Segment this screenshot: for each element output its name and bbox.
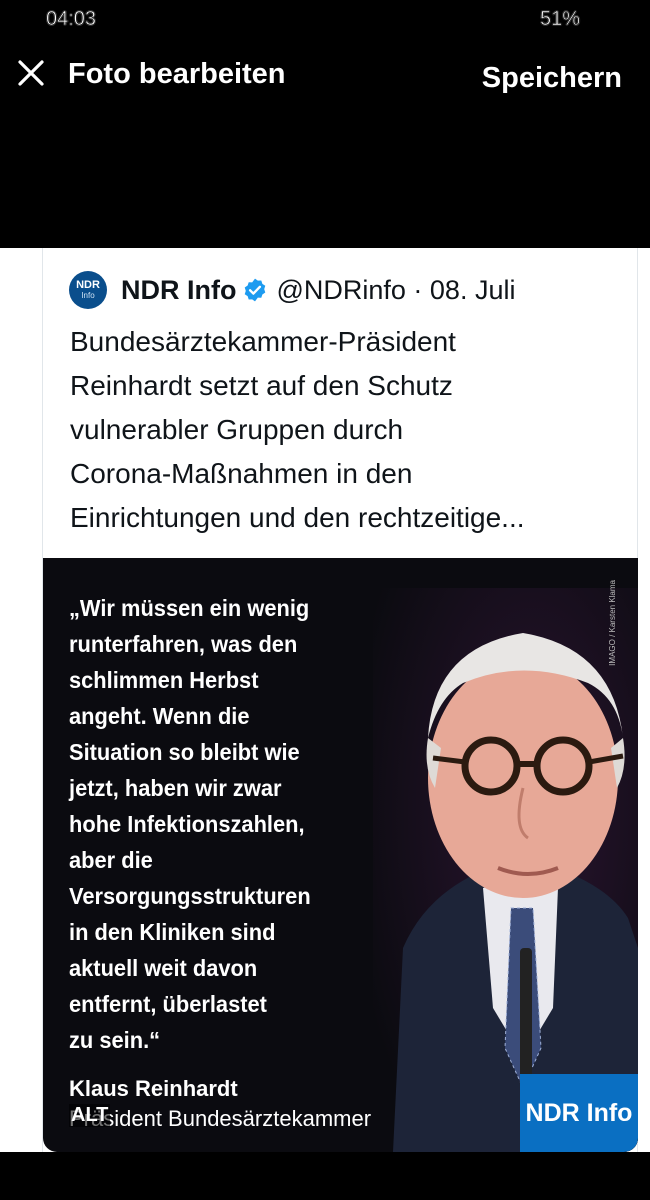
photo-credit: IMAGO / Karsten Klama — [608, 580, 617, 666]
close-icon[interactable] — [14, 56, 48, 90]
quote-line: entfernt, überlastet — [69, 991, 267, 1017]
alt-badge[interactable]: ALT — [69, 1104, 111, 1127]
edit-photo-toolbar: Foto bearbeiten Speichern — [0, 50, 650, 110]
tweet-text-line: Einrichtungen und den rechtzeitige... — [70, 502, 525, 533]
tweet-text-line: Corona-Maßnahmen in den — [70, 458, 413, 489]
quote-line: schlimmen Herbst — [69, 667, 259, 693]
ndr-info-logo: NDR Info — [520, 1074, 638, 1152]
quote-line: zu sein.“ — [69, 1027, 161, 1053]
quote-line: in den Kliniken sind — [69, 919, 276, 945]
tweet-text: Bundesärztekammer-Präsident Reinhardt se… — [70, 320, 630, 540]
avatar-text-ndr: NDR — [76, 279, 100, 291]
quote-line: aktuell weit davon — [69, 955, 258, 981]
tweet-text-line: Bundesärztekammer-Präsident — [70, 326, 456, 357]
tweet-media-image[interactable]: „Wir müssen ein wenig runterfahren, was … — [43, 558, 638, 1152]
photo-preview: NDR Info NDR Info @NDRinfo · 08. Juli Bu… — [0, 248, 650, 1152]
page-title: Foto bearbeiten — [68, 58, 286, 90]
avatar: NDR Info — [69, 271, 107, 309]
tweet-text-line: Reinhardt setzt auf den Schutz — [70, 370, 453, 401]
status-time: 04:03 — [46, 8, 97, 31]
status-bar: 04:03 51% — [0, 0, 650, 40]
quote-line: „Wir müssen ein wenig — [69, 595, 310, 621]
ndr-logo-text: NDR Info — [525, 1098, 633, 1127]
quote-text: „Wir müssen ein wenig runterfahren, was … — [69, 590, 376, 1058]
portrait-image — [373, 588, 638, 1152]
attribution-role: Präsident Bundesärztekammer — [69, 1106, 372, 1131]
avatar-text-info: Info — [81, 291, 95, 300]
battery-level: 51% — [540, 8, 581, 31]
quote-line: jetzt, haben wir zwar — [69, 775, 282, 801]
bottom-bar — [0, 1152, 650, 1200]
tweet-header: NDR Info NDR Info @NDRinfo · 08. Juli — [69, 271, 516, 309]
verified-badge-icon — [245, 278, 266, 302]
tweet-card: NDR Info NDR Info @NDRinfo · 08. Juli Bu… — [42, 248, 638, 1152]
handle-and-date: @NDRinfo · 08. Juli — [276, 274, 516, 305]
quote-line: angeht. Wenn die — [69, 703, 250, 729]
tweet-text-line: vulnerabler Gruppen durch — [70, 414, 404, 445]
quote-line: aber die — [69, 847, 153, 873]
quote-line: hohe Infektionszahlen, — [69, 811, 305, 837]
display-name: NDR Info — [121, 274, 237, 305]
save-button[interactable]: Speichern — [482, 62, 622, 95]
attribution-name: Klaus Reinhardt — [69, 1076, 238, 1101]
quote-line: runterfahren, was den — [69, 631, 298, 657]
quote-line: Versorgungsstrukturen — [69, 883, 311, 909]
quote-line: Situation so bleibt wie — [69, 739, 300, 765]
